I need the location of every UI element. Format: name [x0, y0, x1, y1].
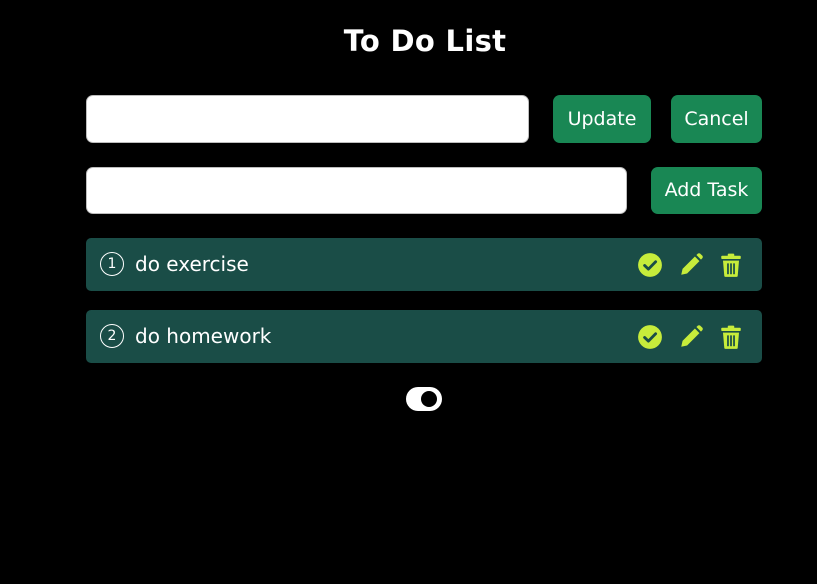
page-title: To Do List [343, 24, 507, 59]
pencil-icon[interactable] [678, 324, 704, 350]
cancel-button[interactable]: Cancel [671, 95, 762, 143]
task-text: do homework [135, 324, 272, 348]
pencil-icon[interactable] [678, 252, 704, 278]
new-task-input[interactable] [86, 167, 627, 214]
toggle-knob [421, 391, 437, 407]
update-task-input[interactable] [86, 95, 529, 143]
task-number-badge: 1 [100, 252, 124, 276]
theme-toggle[interactable] [406, 387, 442, 411]
circle-check-icon[interactable] [637, 252, 663, 278]
update-button[interactable]: Update [553, 95, 651, 143]
task-row: 2 do homework [86, 310, 762, 363]
circle-check-icon[interactable] [637, 324, 663, 350]
task-text: do exercise [135, 252, 249, 276]
todo-app: To Do List Update Cancel Add Task 1 do e… [0, 0, 817, 584]
trash-icon[interactable] [718, 324, 744, 350]
task-number-badge: 2 [100, 324, 124, 348]
add-task-button[interactable]: Add Task [651, 167, 762, 214]
task-row: 1 do exercise [86, 238, 762, 291]
trash-icon[interactable] [718, 252, 744, 278]
